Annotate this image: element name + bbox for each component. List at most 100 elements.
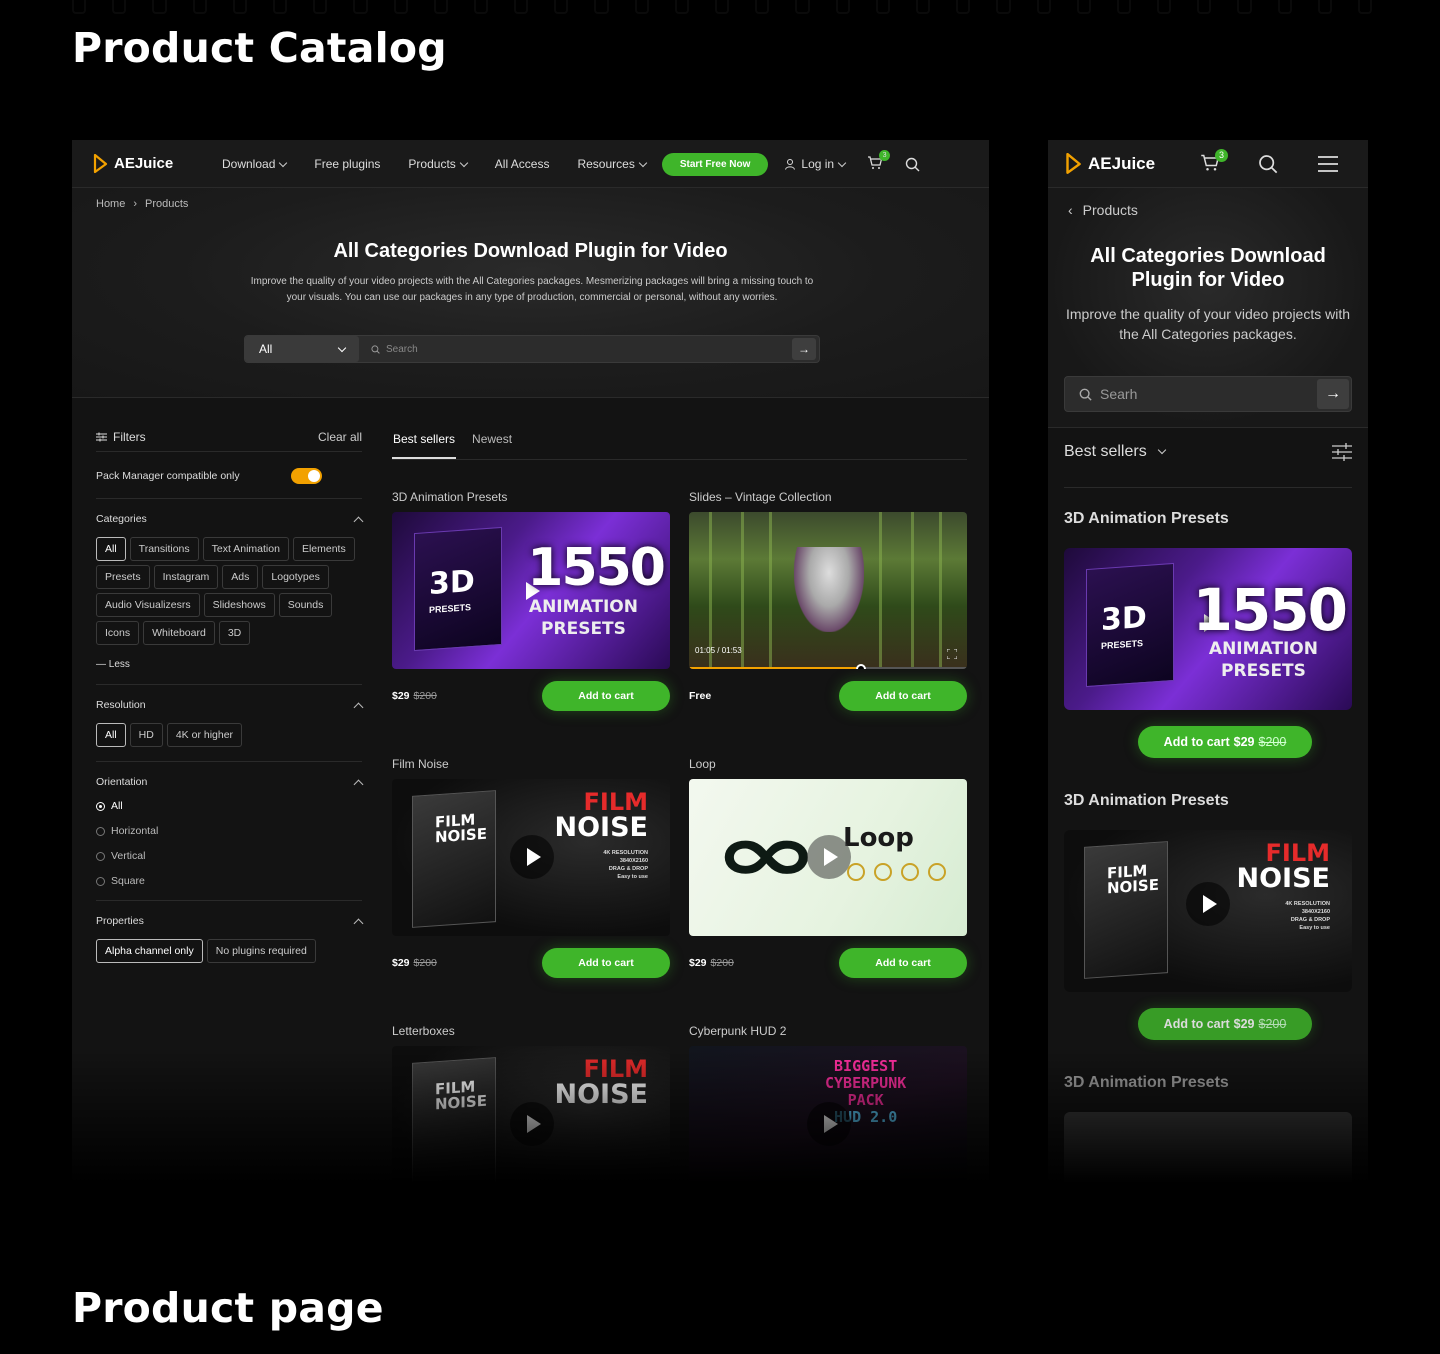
product-video-preview[interactable]: 01:05 / 01:53 bbox=[689, 512, 967, 669]
clear-all-button[interactable]: Clear all bbox=[318, 430, 362, 444]
radio-button-icon[interactable] bbox=[96, 826, 105, 836]
arrow-right-icon: → bbox=[798, 342, 810, 356]
radio-button-icon[interactable] bbox=[96, 876, 105, 886]
filter-chip[interactable]: Audio Visualizesrs bbox=[96, 593, 200, 617]
sort-bar: Best sellers bbox=[1064, 432, 1352, 488]
product-title[interactable]: Film Noise bbox=[392, 757, 670, 779]
nav-download[interactable]: Download bbox=[222, 157, 288, 171]
product-card[interactable]: Letterboxes FILM NOISE FILM NOISE bbox=[392, 1024, 670, 1190]
play-button[interactable] bbox=[510, 1102, 554, 1146]
radio-button-icon[interactable] bbox=[96, 851, 105, 861]
product-thumbnail[interactable]: ∞ Loop bbox=[689, 779, 967, 936]
product-title[interactable]: 3D Animation Presets bbox=[1064, 510, 1229, 528]
product-card[interactable]: Film Noise FILM NOISE FILM NOISE 4K RESOL… bbox=[392, 757, 670, 1024]
cart-button[interactable]: 3 bbox=[867, 149, 891, 173]
product-thumbnail[interactable]: FILM NOISE FILM NOISE 4K RESOLUTION 3840X2… bbox=[392, 779, 670, 936]
resolution-header[interactable]: Resolution bbox=[96, 699, 364, 712]
nav-products[interactable]: Products bbox=[408, 157, 469, 171]
filter-chip[interactable]: Text Animation bbox=[202, 537, 289, 561]
product-title[interactable]: 3D Animation Presets bbox=[392, 490, 670, 512]
nav-free-plugins[interactable]: Free plugins bbox=[314, 157, 380, 171]
search-icon[interactable] bbox=[905, 157, 920, 172]
search-input[interactable]: Searh → bbox=[1064, 376, 1352, 412]
product-card[interactable]: Loop ∞ Loop $29 $200 Add to cart bbox=[689, 757, 967, 1024]
orientation-radio[interactable]: Horizontal bbox=[96, 825, 362, 837]
sort-dropdown[interactable]: Best sellers bbox=[1064, 443, 1166, 461]
video-progress-bar[interactable] bbox=[689, 667, 967, 669]
orientation-header[interactable]: Orientation bbox=[96, 776, 364, 789]
filter-chip[interactable]: Icons bbox=[96, 621, 140, 645]
play-button[interactable] bbox=[1186, 882, 1230, 926]
add-to-cart-button[interactable]: Add to cart bbox=[542, 681, 670, 711]
radio-button-icon[interactable] bbox=[96, 801, 105, 811]
add-to-cart-button[interactable]: Add to cart $29 $200 bbox=[1138, 1008, 1312, 1040]
properties-header[interactable]: Properties bbox=[96, 915, 364, 928]
product-thumbnail[interactable]: BIGGEST CYBERPUNK PACK HUD 2.0 bbox=[689, 1046, 967, 1190]
search-icon[interactable] bbox=[1258, 154, 1278, 174]
add-to-cart-button[interactable]: Add to cart bbox=[839, 681, 967, 711]
filter-chip[interactable]: Ads bbox=[222, 565, 259, 589]
product-card[interactable]: 3D Animation Presets 3D PRESETS 1550 ANIM… bbox=[392, 490, 670, 757]
pack-manager-toggle[interactable] bbox=[291, 468, 322, 484]
product-title[interactable]: Letterboxes bbox=[392, 1024, 670, 1046]
brand-logo[interactable]: AEJuice bbox=[92, 153, 173, 174]
tab-newest[interactable]: Newest bbox=[472, 420, 512, 459]
play-button[interactable] bbox=[510, 835, 554, 879]
category-select[interactable]: All bbox=[245, 336, 359, 362]
add-to-cart-button[interactable]: Add to cart $29 $200 bbox=[1138, 726, 1312, 758]
categories-header[interactable]: Categories bbox=[96, 513, 364, 526]
search-input[interactable]: Search bbox=[359, 344, 792, 355]
less-toggle[interactable]: — Less bbox=[96, 659, 362, 670]
product-card[interactable]: Cyberpunk HUD 2 BIGGEST CYBERPUNK PACK HUD … bbox=[689, 1024, 967, 1190]
filter-chip[interactable]: Transitions bbox=[129, 537, 199, 561]
orientation-radio[interactable]: Square bbox=[96, 875, 362, 887]
product-card[interactable]: Slides – Vintage Collection 01:05 / 01:5… bbox=[689, 490, 967, 757]
nav-all-access[interactable]: All Access bbox=[495, 157, 550, 171]
add-to-cart-button[interactable]: Add to cart bbox=[542, 948, 670, 978]
tab-best-sellers[interactable]: Best sellers bbox=[392, 420, 457, 459]
fullscreen-icon[interactable] bbox=[947, 649, 957, 659]
product-thumbnail[interactable]: FILM NOISE FILM NOISE bbox=[392, 1046, 670, 1190]
product-title[interactable]: Slides – Vintage Collection bbox=[689, 490, 967, 512]
filter-chip[interactable]: Instagram bbox=[153, 565, 219, 589]
product-thumbnail[interactable] bbox=[1064, 1112, 1352, 1190]
product-title[interactable]: 3D Animation Presets bbox=[1064, 1074, 1229, 1092]
cart-button[interactable]: 3 bbox=[1200, 149, 1228, 177]
filter-chip[interactable]: Slideshows bbox=[203, 593, 275, 617]
product-title[interactable]: Loop bbox=[689, 757, 967, 779]
filter-chip[interactable]: No plugins required bbox=[206, 939, 316, 963]
filter-sliders-icon[interactable] bbox=[1332, 442, 1352, 461]
play-button[interactable] bbox=[807, 835, 851, 879]
breadcrumb-home[interactable]: Home bbox=[96, 198, 125, 210]
brand-logo[interactable]: AEJuice bbox=[1064, 152, 1155, 175]
filter-chip[interactable]: Alpha channel only bbox=[96, 939, 203, 963]
video-scrubber-handle[interactable] bbox=[856, 664, 867, 669]
nav-login[interactable]: Log in bbox=[784, 157, 847, 171]
filter-chip[interactable]: All bbox=[96, 723, 126, 747]
orientation-radio[interactable]: Vertical bbox=[96, 850, 362, 862]
play-button[interactable] bbox=[807, 1102, 851, 1146]
filter-chip[interactable]: 3D bbox=[218, 621, 251, 645]
product-thumbnail[interactable]: FILM NOISE FILM NOISE 4K RESOLUTION 3840X2… bbox=[1064, 830, 1352, 992]
filter-chip[interactable]: Whiteboard bbox=[143, 621, 215, 645]
category-chips: All Transitions Text Animation Elements Pres… bbox=[96, 537, 362, 645]
product-title[interactable]: Cyberpunk HUD 2 bbox=[689, 1024, 967, 1046]
filter-chip[interactable]: Sounds bbox=[278, 593, 333, 617]
back-link[interactable]: ‹ Products bbox=[1068, 202, 1138, 218]
search-submit-button[interactable]: → bbox=[1317, 379, 1349, 409]
add-to-cart-button[interactable]: Add to cart bbox=[839, 948, 967, 978]
hamburger-menu-icon[interactable] bbox=[1318, 156, 1338, 172]
orientation-radio[interactable]: All bbox=[96, 800, 362, 812]
filter-chip[interactable]: Presets bbox=[96, 565, 150, 589]
search-submit-button[interactable]: → bbox=[792, 338, 816, 360]
product-thumbnail[interactable]: 3D PRESETS 1550 ANIMATION PRESETS bbox=[1064, 548, 1352, 710]
nav-resources[interactable]: Resources bbox=[577, 157, 648, 171]
filter-chip[interactable]: Elements bbox=[292, 537, 355, 561]
product-thumbnail[interactable]: 3D PRESETS 1550 ANIMATION PRESETS bbox=[392, 512, 670, 669]
filter-chip[interactable]: HD bbox=[129, 723, 163, 747]
start-free-button[interactable]: Start Free Now bbox=[661, 152, 769, 176]
product-title[interactable]: 3D Animation Presets bbox=[1064, 792, 1229, 810]
filter-chip[interactable]: All bbox=[96, 537, 126, 561]
filter-chip[interactable]: Logotypes bbox=[262, 565, 329, 589]
filter-chip[interactable]: 4K or higher bbox=[166, 723, 243, 747]
